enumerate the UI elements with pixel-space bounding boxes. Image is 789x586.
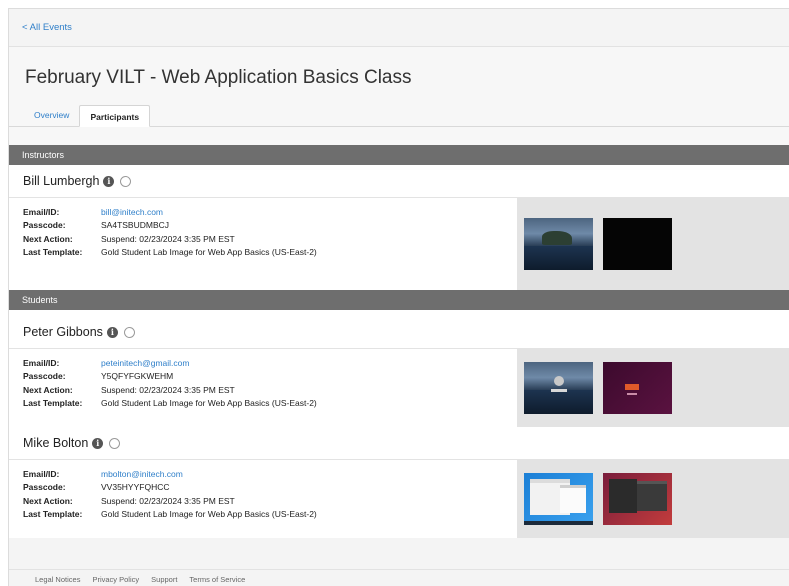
info-icon[interactable]: i	[92, 437, 104, 449]
windows-desktop-thumbnail[interactable]	[524, 473, 593, 525]
ubuntu-login-screen-thumbnail[interactable]	[603, 362, 672, 414]
tab-participants[interactable]: Participants	[79, 105, 151, 127]
participant-details: Email/ID: peteinitech@gmail.com Passcode:…	[9, 349, 317, 427]
participant-card: Bill Lumbergh i Email/ID: bill@initech.co…	[9, 165, 789, 290]
screen-thumbnails	[517, 460, 789, 538]
participant-details: Email/ID: mbolton@initech.com Passcode: VV…	[9, 460, 317, 538]
app-frame: < All Events February VILT - Web Applica…	[8, 8, 789, 586]
landscape-login-screen-thumbnail[interactable]	[524, 362, 593, 414]
passcode-label: Passcode:	[23, 220, 66, 231]
participant-header: Peter Gibbons i	[9, 316, 789, 349]
next-action-label: Next Action:	[23, 233, 73, 244]
email-link[interactable]: bill@initech.com	[101, 207, 163, 217]
participant-card: Mike Bolton i Email/ID: mbolton@initech.c…	[9, 427, 789, 538]
page-title: February VILT - Web Application Basics C…	[25, 67, 412, 88]
linux-desktop-thumbnail[interactable]	[603, 473, 672, 525]
last-template-value: Gold Student Lab Image for Web App Basic…	[101, 509, 317, 520]
radio-icon[interactable]	[120, 175, 132, 187]
last-template-label: Last Template:	[23, 509, 83, 520]
instructors-section: Instructors Bill Lumbergh i Email/ID: bil…	[9, 145, 789, 290]
passcode-label: Passcode:	[23, 482, 66, 493]
last-template-label: Last Template:	[23, 398, 83, 409]
main-content: February VILT - Web Application Basics C…	[9, 47, 789, 538]
participant-name: Peter Gibbons	[23, 325, 103, 339]
tab-spacer	[9, 127, 789, 145]
passcode-label: Passcode:	[23, 371, 66, 382]
instructors-heading: Instructors	[9, 145, 789, 165]
participant-card: Peter Gibbons i Email/ID: peteinitech@gma…	[9, 316, 789, 427]
radio-icon[interactable]	[123, 326, 135, 338]
footer: Legal Notices Privacy Policy Support Ter…	[9, 569, 789, 586]
participant-name: Mike Bolton	[23, 436, 89, 450]
all-events-link[interactable]: < All Events	[22, 22, 72, 33]
email-label: Email/ID:	[23, 468, 60, 479]
students-heading: Students	[9, 290, 789, 310]
info-icon[interactable]: i	[106, 326, 118, 338]
last-template-value: Gold Student Lab Image for Web App Basic…	[101, 247, 317, 258]
passcode-value: Y5QFYFGKWEHM	[101, 371, 174, 382]
radio-icon[interactable]	[109, 437, 121, 449]
students-section: Students Peter Gibbons i Email/ID: petein…	[9, 290, 789, 538]
email-link[interactable]: peteinitech@gmail.com	[101, 358, 189, 368]
screen-thumbnails	[517, 198, 789, 290]
participant-body: Email/ID: peteinitech@gmail.com Passcode:…	[9, 349, 789, 427]
black-screen-thumbnail[interactable]	[603, 218, 672, 270]
passcode-value: SA4TSBUDMBCJ	[101, 220, 170, 231]
email-link[interactable]: mbolton@initech.com	[101, 469, 183, 479]
tab-bar: Overview Participants	[9, 105, 789, 127]
support-link[interactable]: Support	[151, 575, 177, 584]
next-action-value: Suspend: 02/23/2024 3:35 PM EST	[101, 384, 235, 395]
next-action-label: Next Action:	[23, 384, 73, 395]
participant-details: Email/ID: bill@initech.com Passcode: SA4TS…	[9, 198, 317, 290]
next-action-label: Next Action:	[23, 495, 73, 506]
top-bar: < All Events	[9, 9, 789, 47]
participant-body: Email/ID: mbolton@initech.com Passcode: VV…	[9, 460, 789, 538]
participant-name: Bill Lumbergh	[23, 174, 100, 188]
privacy-policy-link[interactable]: Privacy Policy	[92, 575, 139, 584]
email-label: Email/ID:	[23, 357, 60, 368]
participant-header: Bill Lumbergh i	[9, 165, 789, 198]
tab-overview[interactable]: Overview	[24, 104, 79, 126]
participant-body: Email/ID: bill@initech.com Passcode: SA4TS…	[9, 198, 789, 290]
next-action-value: Suspend: 02/23/2024 3:35 PM EST	[101, 233, 235, 244]
participant-header: Mike Bolton i	[9, 427, 789, 460]
terms-of-service-link[interactable]: Terms of Service	[189, 575, 245, 584]
passcode-value: VV35HYYFQHCC	[101, 482, 170, 493]
last-template-label: Last Template:	[23, 247, 83, 258]
next-action-value: Suspend: 02/23/2024 3:35 PM EST	[101, 495, 235, 506]
info-icon[interactable]: i	[103, 175, 115, 187]
screen-thumbnails	[517, 349, 789, 427]
legal-notices-link[interactable]: Legal Notices	[35, 575, 80, 584]
landscape-lock-screen-thumbnail[interactable]	[524, 218, 593, 270]
last-template-value: Gold Student Lab Image for Web App Basic…	[101, 398, 317, 409]
email-label: Email/ID:	[23, 206, 60, 217]
